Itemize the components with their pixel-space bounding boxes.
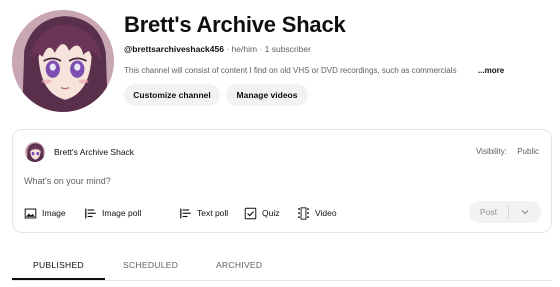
text-poll-icon <box>180 208 191 218</box>
post-composer: Brett's Archive Shack Visibility: Public… <box>12 129 552 233</box>
posts-tabs: PUBLISHED SCHEDULED ARCHIVED <box>12 250 552 281</box>
channel-avatar[interactable] <box>12 10 114 112</box>
video-post-button[interactable]: Video <box>297 205 337 221</box>
image-poll-icon <box>85 208 96 218</box>
post-options-button[interactable] <box>509 207 541 217</box>
tab-archived[interactable]: ARCHIVED <box>216 260 262 270</box>
tool-label: Image <box>42 208 66 218</box>
customize-channel-button[interactable]: Customize channel <box>124 84 220 106</box>
image-poll-button[interactable]: Image poll <box>84 205 141 221</box>
meta-separator: · <box>226 44 230 54</box>
image-icon <box>24 208 37 218</box>
quiz-icon <box>244 207 257 219</box>
meta-separator: · <box>259 44 263 54</box>
post-button[interactable]: Post <box>469 207 508 217</box>
post-button-group: Post <box>469 201 541 223</box>
channel-title: Brett's Archive Shack <box>124 12 346 37</box>
quiz-button[interactable]: Quiz <box>244 205 279 221</box>
anime-avatar-image <box>25 142 45 162</box>
anime-avatar-image <box>12 10 114 112</box>
channel-meta: @brettsarchiveshack456 · he/him · 1 subs… <box>124 44 311 54</box>
composer-channel-name: Brett's Archive Shack <box>54 147 135 157</box>
channel-description[interactable]: This channel will consist of content I f… <box>124 66 476 75</box>
visibility-selector[interactable]: Visibility: Public <box>476 147 539 156</box>
tab-published[interactable]: PUBLISHED <box>33 260 84 270</box>
chevron-down-icon <box>521 210 529 215</box>
tool-label: Quiz <box>262 208 280 218</box>
tool-label: Video <box>315 208 337 218</box>
description-more-link[interactable]: ...more <box>478 66 504 75</box>
post-text-input[interactable]: What's on your mind? <box>24 176 111 186</box>
visibility-label: Visibility: <box>475 147 507 156</box>
composer-avatar <box>25 142 45 162</box>
image-post-button[interactable]: Image <box>24 205 66 221</box>
visibility-value[interactable]: Public <box>517 147 539 156</box>
text-poll-button[interactable]: Text poll <box>179 205 228 221</box>
channel-handle: @brettsarchiveshack456 <box>124 44 224 54</box>
manage-videos-button[interactable]: Manage videos <box>226 84 308 106</box>
channel-pronouns: he/him <box>231 44 258 54</box>
tab-scheduled[interactable]: SCHEDULED <box>123 260 178 270</box>
tabs-divider <box>12 280 552 281</box>
video-icon <box>298 206 309 220</box>
tool-label: Text poll <box>197 208 229 218</box>
subscriber-count: 1 subscriber <box>264 44 311 54</box>
tool-label: Image poll <box>102 208 142 218</box>
